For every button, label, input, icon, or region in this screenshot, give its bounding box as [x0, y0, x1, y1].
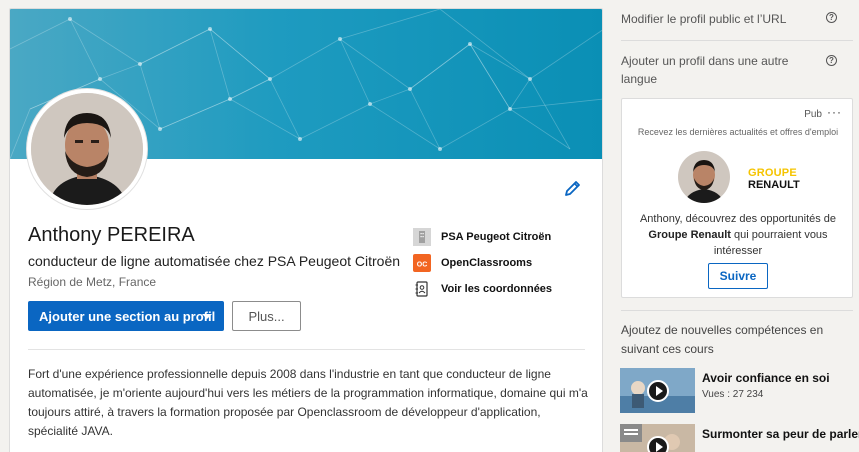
- edit-public-profile-link[interactable]: Modifier le profil public et l’URL: [621, 10, 821, 28]
- course-item[interactable]: Surmonter sa peur de parler: [620, 424, 859, 452]
- profile-card: Anthony PEREIRA conducteur de ligne auto…: [9, 8, 603, 452]
- openclassrooms-logo-icon: OC: [413, 254, 431, 272]
- help-icon[interactable]: ?: [826, 55, 837, 66]
- add-profile-section-label: Ajouter une section au profil: [39, 308, 216, 324]
- renault-logo-line1: GROUPE: [748, 167, 797, 179]
- side-link-school-label: OpenClassrooms: [441, 257, 533, 269]
- ad-tagline: Recevez les dernières actualités et offr…: [637, 127, 839, 137]
- add-language-profile-link[interactable]: Ajouter un profil dans une autre langue: [621, 52, 811, 88]
- side-link-school[interactable]: OC OpenClassrooms: [413, 250, 552, 276]
- contact-book-icon: [413, 280, 431, 298]
- section-divider: [28, 349, 585, 350]
- ad-member-avatar: [678, 151, 730, 203]
- edit-pencil-icon[interactable]: [564, 179, 582, 197]
- profile-headline: conducteur de ligne automatisée chez PSA…: [28, 253, 401, 269]
- course-views: Vues : 27 234: [702, 389, 764, 400]
- profile-location: Région de Metz, France: [28, 275, 157, 289]
- side-link-company-label: PSA Peugeot Citroën: [441, 231, 552, 243]
- profile-photo[interactable]: [27, 89, 147, 209]
- company-icon: [413, 228, 431, 246]
- more-button[interactable]: Plus...: [232, 301, 301, 331]
- side-link-contact-info-label: Voir les coordonnées: [441, 283, 553, 295]
- profile-name: Anthony PEREIRA: [28, 224, 195, 246]
- sidebar-divider: [621, 310, 853, 311]
- side-link-contact-info[interactable]: Voir les coordonnées: [413, 276, 552, 302]
- renault-logo: GROUPE RENAULT: [748, 167, 800, 191]
- side-link-company[interactable]: PSA Peugeot Citroën: [413, 224, 552, 250]
- play-icon: [647, 436, 669, 452]
- course-title: Avoir confiance en soi: [702, 371, 830, 385]
- course-thumbnail: [620, 368, 695, 413]
- chevron-down-icon: [202, 314, 212, 319]
- play-icon: [647, 380, 669, 402]
- sidebar-divider: [621, 40, 853, 41]
- course-thumbnail: [620, 424, 695, 452]
- profile-side-links: PSA Peugeot Citroën OC OpenClassrooms Vo…: [413, 224, 552, 302]
- ad-company-name: Groupe Renault: [648, 229, 731, 241]
- help-icon[interactable]: ?: [826, 12, 837, 23]
- ad-text-after: qui pourraient vous intéresser: [713, 229, 828, 257]
- course-item[interactable]: Avoir confiance en soi Vues : 27 234: [620, 368, 856, 418]
- ad-text: Anthony, découvrez des opportunités de G…: [632, 211, 844, 259]
- course-title: Surmonter sa peur de parler: [702, 427, 859, 441]
- courses-heading: Ajoutez de nouvelles compétences en suiv…: [621, 323, 824, 356]
- ad-menu-icon[interactable]: ···: [827, 105, 842, 119]
- follow-button[interactable]: Suivre: [708, 263, 768, 289]
- ad-label: Pub: [804, 109, 822, 120]
- profile-photo-image: [31, 93, 143, 205]
- ad-text-before: Anthony, découvrez des opportunités de: [639, 213, 837, 225]
- profile-summary: Fort d'une expérience professionnelle de…: [28, 367, 588, 438]
- renault-logo-line2: RENAULT: [748, 179, 800, 191]
- ad-card: Pub ··· Recevez les dernières actualités…: [621, 98, 853, 298]
- add-profile-section-button[interactable]: Ajouter une section au profil: [28, 301, 224, 331]
- svg-text:OC: OC: [417, 262, 428, 269]
